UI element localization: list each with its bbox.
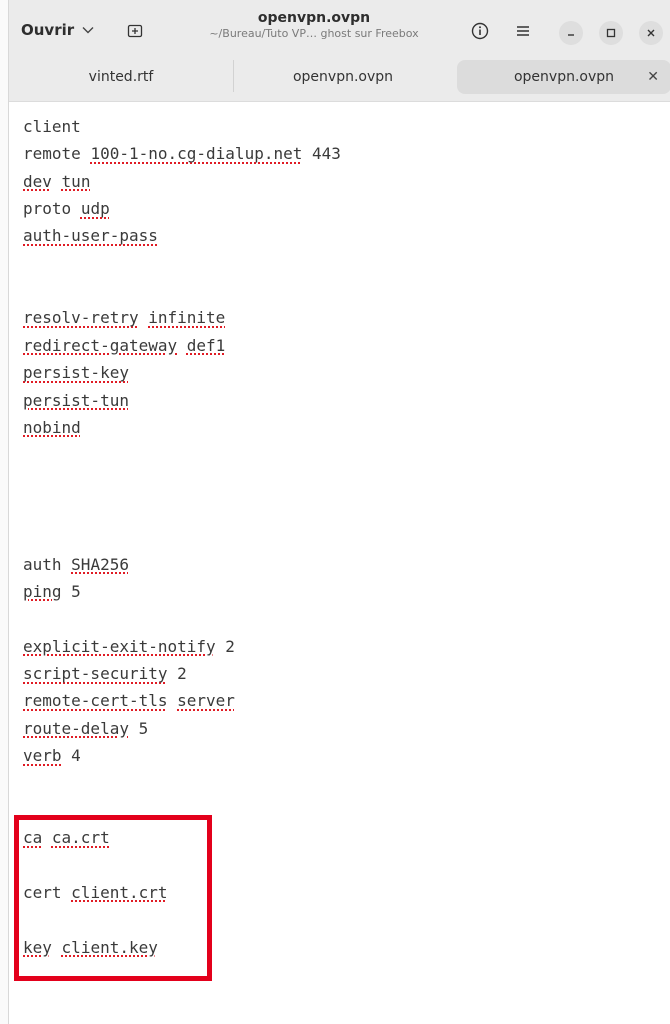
- editor-line: script-security 2: [23, 664, 187, 684]
- open-button-label: Ouvrir: [21, 21, 75, 39]
- editor-line: cert client.crt: [23, 883, 168, 903]
- editor-line: auth SHA256: [23, 555, 129, 575]
- text-segment: [71, 199, 81, 218]
- misspelled-word: SHA256: [71, 554, 129, 574]
- misspelled-word: auth-user-pass: [23, 226, 158, 246]
- editor-line: ca ca.crt: [23, 828, 110, 848]
- misspelled-word: explicit-exit-notify: [23, 636, 216, 656]
- text-segment: [81, 144, 91, 163]
- text-segment: client: [23, 117, 81, 136]
- close-window-button[interactable]: [639, 21, 663, 45]
- header-bar: Ouvrir openvpn.ovpn ~/Bureau/Tuto VP… gh…: [9, 0, 670, 56]
- misspelled-word: remote-cert-tls: [23, 691, 168, 711]
- misspelled-word: persist-tun: [23, 390, 129, 410]
- text-segment: auth: [23, 554, 62, 574]
- window-subtitle: ~/Bureau/Tuto VP… ghost sur Freebox: [209, 27, 419, 40]
- minimize-icon: [568, 34, 574, 36]
- chevron-down-icon: [82, 23, 94, 38]
- misspelled-word: ca.crt: [51, 828, 110, 848]
- editor-line: proto udp: [23, 199, 110, 219]
- editor-line: redirect-gateway def1: [23, 336, 225, 356]
- text-segment: [177, 336, 187, 355]
- maximize-button[interactable]: [599, 21, 623, 45]
- tab-vinted-rtf[interactable]: vinted.rtf: [9, 60, 233, 94]
- editor-line: dev tun: [23, 172, 90, 192]
- misspelled-word: redirect-gateway: [23, 335, 178, 355]
- editor-line: route-delay 5: [23, 719, 148, 739]
- tab-divider: [233, 60, 234, 92]
- document-info-icon[interactable]: [471, 22, 489, 40]
- maximize-icon: [606, 28, 616, 38]
- close-tab-icon[interactable]: ✕: [647, 69, 659, 85]
- text-segment: remote: [23, 144, 81, 164]
- misspelled-word: dev: [23, 171, 52, 191]
- editor-line: ping 5: [23, 582, 81, 602]
- tab-label: openvpn.ovpn: [513, 69, 615, 85]
- misspelled-word: infinite: [148, 308, 226, 328]
- tab-bar: vinted.rtf openvpn.ovpn openvpn.ovpn ✕: [9, 56, 670, 102]
- text-segment: [42, 828, 52, 847]
- tab-label: openvpn.ovpn: [292, 69, 394, 85]
- misspelled-word: script-security: [23, 664, 168, 683]
- editor-line: client: [23, 117, 81, 137]
- editor-line: key client.key: [23, 938, 158, 958]
- misspelled-word: verb: [23, 746, 62, 766]
- editor-line: remote-cert-tls server: [23, 691, 235, 711]
- editor-line: persist-tun: [23, 391, 129, 411]
- text-editor-area[interactable]: client remote 100-1-no.cg-dialup.net 443 d…: [9, 103, 670, 1024]
- close-icon: [647, 29, 655, 37]
- title-block: openvpn.ovpn ~/Bureau/Tuto VP… ghost sur…: [179, 10, 449, 41]
- misspelled-word: 100-1-no.cg-dialup.net: [90, 144, 303, 164]
- text-segment: [62, 555, 72, 574]
- new-tab-icon[interactable]: [127, 22, 143, 38]
- misspelled-word: client.crt: [71, 882, 168, 902]
- text-segment: 5: [61, 581, 81, 601]
- misspelled-word: def1: [186, 335, 226, 355]
- text-segment: 5: [128, 718, 149, 738]
- misspelled-word: resolv-retry: [23, 308, 139, 328]
- editor-line: remote 100-1-no.cg-dialup.net 443: [23, 144, 341, 164]
- text-segment: [52, 938, 62, 957]
- text-segment: [62, 883, 72, 902]
- text-segment: [52, 172, 62, 191]
- editor-line: auth-user-pass: [23, 226, 158, 246]
- misspelled-word: route-delay: [23, 718, 129, 738]
- hamburger-menu-icon[interactable]: [514, 22, 532, 40]
- editor-line: verb 4: [23, 746, 81, 766]
- editor-line: resolv-retry infinite: [23, 308, 225, 328]
- editor-line: nobind: [23, 418, 81, 438]
- text-segment: 443: [302, 144, 341, 164]
- misspelled-word: client.key: [61, 937, 158, 957]
- text-segment: 2: [167, 664, 187, 683]
- text-segment: 4: [61, 746, 81, 766]
- window-title: openvpn.ovpn: [257, 10, 371, 26]
- editor-line: persist-key: [23, 363, 129, 383]
- text-segment: [139, 308, 149, 327]
- editor-line: explicit-exit-notify 2: [23, 637, 235, 657]
- misspelled-word: persist-key: [23, 363, 129, 383]
- misspelled-word: key: [23, 937, 52, 957]
- misspelled-word: tun: [61, 171, 91, 191]
- misspelled-word: udp: [80, 199, 110, 219]
- text-segment: proto: [23, 199, 72, 219]
- tab-openvpn-ovpn-active[interactable]: openvpn.ovpn ✕: [457, 60, 670, 94]
- text-editor-window: Ouvrir openvpn.ovpn ~/Bureau/Tuto VP… gh…: [8, 0, 670, 1024]
- misspelled-word: ca: [23, 828, 43, 848]
- open-button[interactable]: Ouvrir: [21, 16, 94, 44]
- text-segment: cert: [23, 882, 62, 902]
- tab-label: vinted.rtf: [88, 69, 154, 85]
- text-segment: [168, 691, 178, 710]
- minimize-button[interactable]: [559, 21, 583, 45]
- misspelled-word: server: [177, 691, 235, 711]
- misspelled-word: nobind: [23, 417, 81, 437]
- text-segment: 2: [215, 636, 235, 656]
- misspelled-word: ping: [23, 581, 62, 601]
- tab-openvpn-ovpn[interactable]: openvpn.ovpn: [233, 60, 453, 94]
